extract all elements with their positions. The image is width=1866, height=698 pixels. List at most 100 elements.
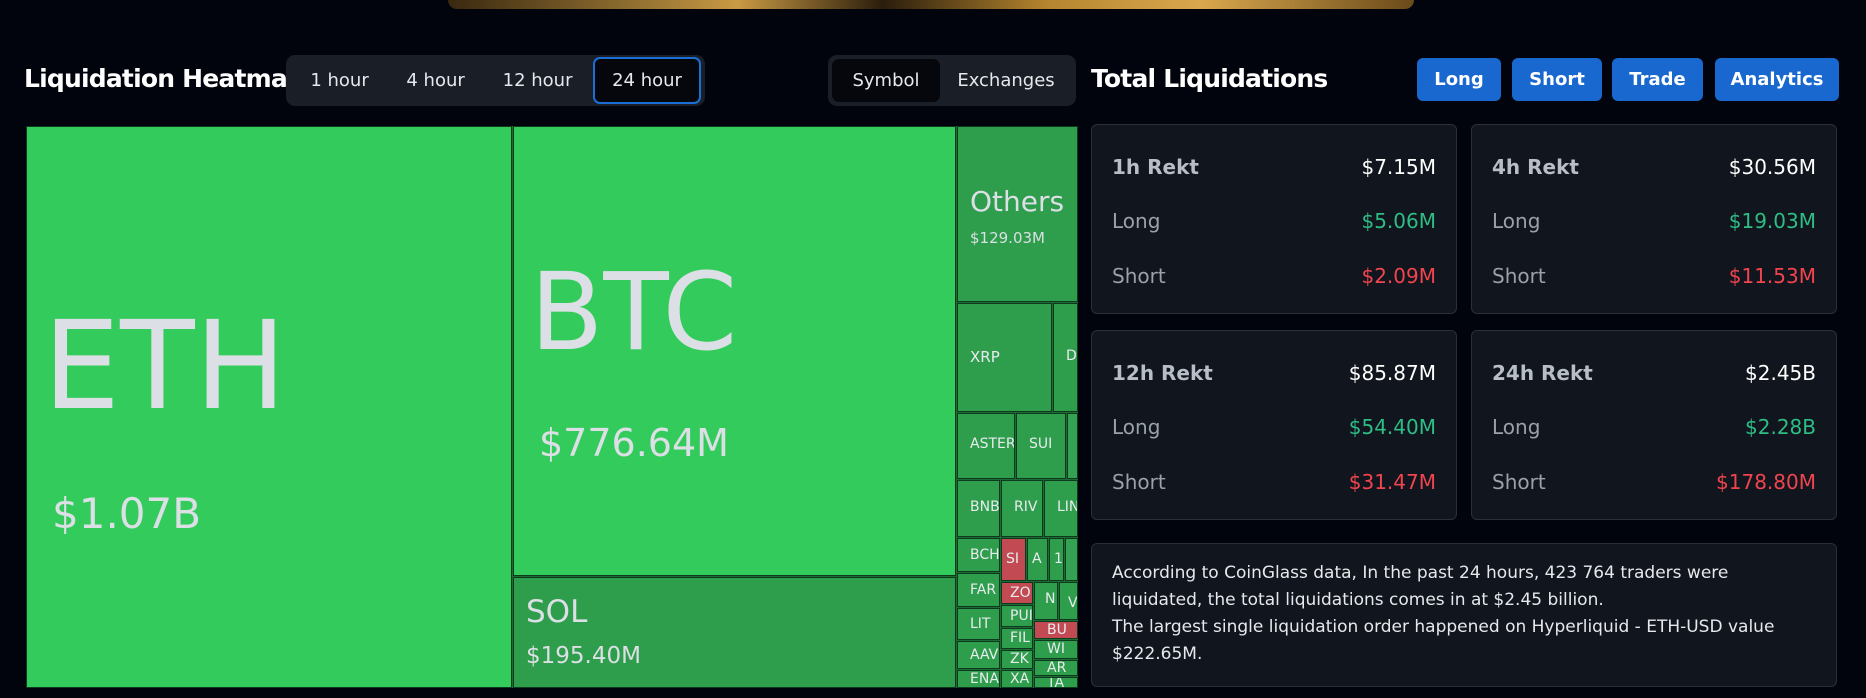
analytics-button[interactable]: Analytics xyxy=(1715,58,1839,101)
total-liquidations-title: Total Liquidations xyxy=(1091,64,1328,93)
short-value: $178.80M xyxy=(1716,470,1816,494)
summary-line-2: The largest single liquidation order hap… xyxy=(1112,617,1775,664)
tile-others-symbol: Others xyxy=(970,185,1065,218)
short-value: $2.09M xyxy=(1361,264,1436,288)
long-value: $5.06M xyxy=(1361,209,1436,233)
tile-sui[interactable]: SUI xyxy=(1016,413,1066,479)
tile-zor-label: ZOR xyxy=(1010,585,1032,601)
tile-d-label: D xyxy=(1066,348,1077,364)
tile-eth-symbol: ETH xyxy=(43,295,287,437)
tile-sol[interactable]: SOL $195.40M xyxy=(513,577,956,688)
stat-label: 1h Rekt xyxy=(1112,155,1199,179)
tile-unlabeled-2[interactable] xyxy=(1065,538,1078,581)
stat-label: 4h Rekt xyxy=(1492,155,1579,179)
tile-si[interactable]: SI xyxy=(1001,538,1026,581)
tile-zk[interactable]: ZK xyxy=(1001,650,1033,669)
tile-ar[interactable]: AR xyxy=(1034,660,1078,676)
long-value: $54.40M xyxy=(1348,415,1436,439)
tile-ta-label: TA xyxy=(1047,677,1065,688)
tile-eth-value: $1.07B xyxy=(52,489,202,538)
tile-lin[interactable]: LIN xyxy=(1044,480,1078,537)
stat-card-1h: 1h Rekt $7.15M Long $5.06M Short $2.09M xyxy=(1091,124,1457,314)
tile-xrp-label: XRP xyxy=(970,348,1000,366)
tile-xrp[interactable]: XRP xyxy=(957,303,1052,412)
liquidation-treemap: ETH $1.07B BTC $776.64M SOL $195.40M Oth… xyxy=(26,126,1078,688)
long-label: Long xyxy=(1112,415,1161,439)
view-selector: Symbol Exchanges xyxy=(828,55,1076,106)
promo-banner[interactable] xyxy=(448,0,1414,9)
tile-v[interactable]: V xyxy=(1059,582,1078,620)
tile-a[interactable]: A xyxy=(1027,538,1048,581)
tile-si-label: SI xyxy=(1006,551,1020,567)
tile-ar-label: AR xyxy=(1047,660,1067,676)
time-range-24h[interactable]: 24 hour xyxy=(593,57,701,104)
tile-xa-label: XA xyxy=(1010,671,1030,687)
time-range-12h[interactable]: 12 hour xyxy=(482,57,593,104)
trade-button[interactable]: Trade xyxy=(1612,58,1703,101)
tile-others[interactable]: Others $129.03M xyxy=(957,126,1078,302)
long-button[interactable]: Long xyxy=(1417,58,1501,101)
time-range-selector: 1 hour 4 hour 12 hour 24 hour xyxy=(286,55,705,106)
tile-btc-value: $776.64M xyxy=(539,421,729,465)
tile-n-label: N xyxy=(1045,591,1056,607)
tile-bnb[interactable]: BNB xyxy=(957,480,1000,537)
tile-bch[interactable]: BCH xyxy=(957,538,1000,572)
tile-btc[interactable]: BTC $776.64M xyxy=(513,126,956,576)
short-value: $31.47M xyxy=(1348,470,1436,494)
tile-fil-label: FIL xyxy=(1010,630,1030,646)
tile-ta[interactable]: TA xyxy=(1034,677,1078,688)
stat-total: $7.15M xyxy=(1361,155,1436,179)
tile-aster[interactable]: ASTER xyxy=(957,413,1015,479)
tile-others-value: $129.03M xyxy=(970,229,1045,247)
tile-zor[interactable]: ZOR xyxy=(1001,582,1033,604)
short-value: $11.53M xyxy=(1728,264,1816,288)
view-symbol-tab[interactable]: Symbol xyxy=(832,59,940,102)
short-label: Short xyxy=(1112,264,1166,288)
tile-riv-label: RIV xyxy=(1014,499,1038,515)
short-label: Short xyxy=(1112,470,1166,494)
tile-1-label: 1 xyxy=(1054,551,1063,567)
tile-sol-symbol: SOL xyxy=(526,594,588,630)
tile-unlabeled[interactable] xyxy=(1067,413,1078,479)
summary-line-1: According to CoinGlass data, In the past… xyxy=(1112,563,1729,610)
tile-aav[interactable]: AAV xyxy=(957,641,1000,669)
tile-bu-label: BU xyxy=(1047,622,1067,638)
view-exchanges-tab[interactable]: Exchanges xyxy=(940,59,1072,102)
tile-v-label: V xyxy=(1068,595,1078,611)
tile-aav-label: AAV xyxy=(970,647,999,663)
stat-card-24h: 24h Rekt $2.45B Long $2.28B Short $178.80M xyxy=(1471,330,1837,520)
tile-1[interactable]: 1 xyxy=(1049,538,1064,581)
long-value: $2.28B xyxy=(1745,415,1816,439)
tile-lit-label: LIT xyxy=(970,616,991,632)
tile-xa[interactable]: XA xyxy=(1001,670,1033,688)
tile-pui[interactable]: PUI xyxy=(1001,605,1033,627)
stat-label: 12h Rekt xyxy=(1112,361,1213,385)
time-range-1h[interactable]: 1 hour xyxy=(290,57,389,104)
tile-wi[interactable]: WI xyxy=(1034,640,1078,659)
long-label: Long xyxy=(1492,209,1541,233)
liquidation-summary: According to CoinGlass data, In the past… xyxy=(1091,543,1837,687)
tile-eth[interactable]: ETH $1.07B xyxy=(26,126,512,688)
stat-card-4h: 4h Rekt $30.56M Long $19.03M Short $11.53M xyxy=(1471,124,1837,314)
long-label: Long xyxy=(1112,209,1161,233)
tile-pui-label: PUI xyxy=(1010,608,1033,624)
tile-bch-label: BCH xyxy=(970,547,1000,563)
stat-total: $85.87M xyxy=(1348,361,1436,385)
tile-fil[interactable]: FIL xyxy=(1001,628,1033,649)
heatmap-title: Liquidation Heatmap xyxy=(24,64,305,93)
stat-label: 24h Rekt xyxy=(1492,361,1593,385)
time-range-4h[interactable]: 4 hour xyxy=(389,57,482,104)
tile-n[interactable]: N xyxy=(1034,582,1058,620)
tile-riv[interactable]: RIV xyxy=(1001,480,1043,537)
tile-ena[interactable]: ENA xyxy=(957,670,1000,688)
short-button[interactable]: Short xyxy=(1512,58,1602,101)
tile-zk-label: ZK xyxy=(1010,651,1029,667)
tile-lit[interactable]: LIT xyxy=(957,608,1000,640)
tile-bu[interactable]: BU xyxy=(1034,621,1078,639)
short-label: Short xyxy=(1492,470,1546,494)
stat-card-12h: 12h Rekt $85.87M Long $54.40M Short $31.47M xyxy=(1091,330,1457,520)
short-label: Short xyxy=(1492,264,1546,288)
tile-ena-label: ENA xyxy=(970,671,999,687)
tile-far[interactable]: FAR xyxy=(957,573,1000,607)
tile-d[interactable]: D xyxy=(1053,303,1078,412)
